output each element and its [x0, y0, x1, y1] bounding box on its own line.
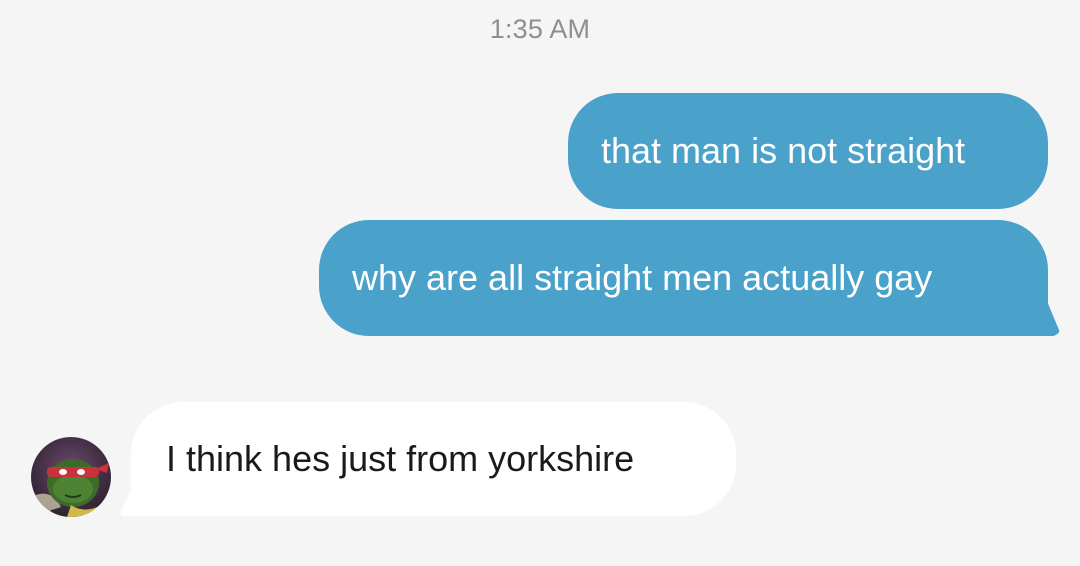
- message-text: I think hes just from yorkshire: [166, 438, 635, 479]
- avatar[interactable]: [31, 437, 111, 517]
- message-text: that man is not straight: [601, 130, 966, 171]
- sent-message-bubble[interactable]: why are all straight men actually gay: [319, 220, 1048, 336]
- chat-screen: 1:35 AM that man is not straight why are…: [0, 0, 1080, 566]
- message-text: why are all straight men actually gay: [352, 257, 933, 298]
- avatar-icon: [31, 437, 111, 517]
- sent-message-bubble[interactable]: that man is not straight: [568, 93, 1048, 209]
- message-timestamp: 1:35 AM: [489, 14, 591, 44]
- received-message-bubble[interactable]: I think hes just from yorkshire: [131, 402, 736, 516]
